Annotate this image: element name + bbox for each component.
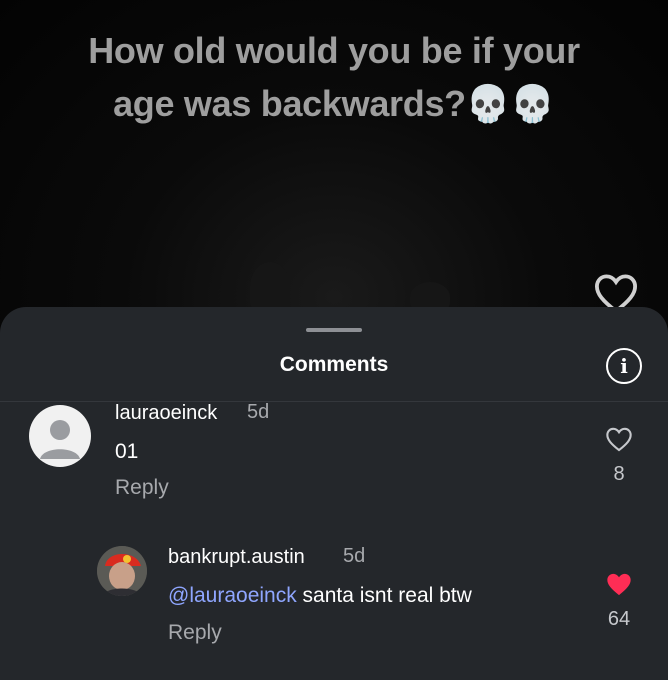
comment-username[interactable]: lauraoeinck — [115, 402, 217, 425]
comment-timestamp: 5d — [247, 401, 270, 423]
default-avatar-icon[interactable] — [29, 405, 91, 467]
sheet-drag-handle[interactable] — [306, 328, 362, 332]
video-figure-shape — [250, 262, 290, 312]
reply-button[interactable]: Reply — [115, 476, 169, 500]
like-heart-icon[interactable] — [605, 426, 633, 452]
info-icon[interactable]: i — [606, 348, 642, 384]
like-count: 64 — [607, 608, 631, 630]
comment-text: 01 — [115, 440, 139, 463]
mention-link[interactable]: @lauraoeinck — [168, 584, 297, 607]
liked-heart-icon[interactable] — [605, 571, 633, 597]
comment-timestamp: 5d — [343, 545, 366, 567]
user-photo-avatar[interactable] — [97, 546, 147, 596]
sheet-title: Comments — [279, 353, 389, 376]
comment-body: santa isnt real btw — [296, 584, 472, 607]
like-count: 8 — [613, 463, 625, 485]
video-caption: How old would you be if your age was bac… — [88, 30, 580, 124]
comment-username[interactable]: bankrupt.austin — [168, 546, 305, 569]
comment-text: @lauraoeinck santa isnt real btw — [168, 584, 472, 608]
reply-button[interactable]: Reply — [168, 621, 222, 645]
sheet-divider — [0, 401, 668, 402]
